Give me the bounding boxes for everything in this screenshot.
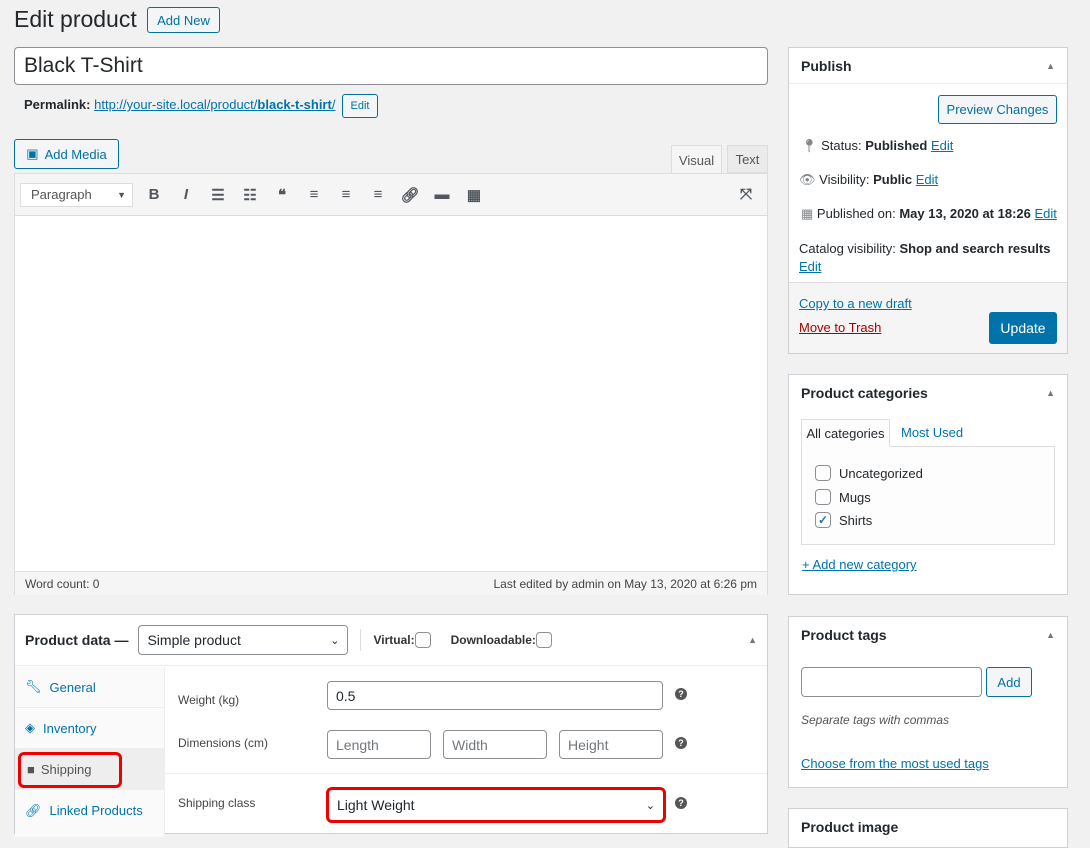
editor: Paragraph ▼ B I ☰ ☷ ❝ ≡ ≡ ≡ 🔗︎ ▬ ▦ ⤧ Word…	[14, 173, 768, 595]
tab-general[interactable]: 🔧︎ General	[15, 667, 164, 708]
tab-shipping[interactable]: ■ Shipping	[15, 749, 164, 790]
category-uncategorized[interactable]: Uncategorized	[815, 465, 923, 481]
collapse-icon[interactable]: ▲	[748, 635, 757, 645]
permalink-label: Permalink:	[24, 97, 91, 112]
tab-all-categories[interactable]: All categories	[801, 419, 890, 447]
highlight-box: ■ Shipping	[18, 751, 122, 788]
numbered-list-icon[interactable]: ☷	[239, 186, 261, 204]
bold-icon[interactable]: B	[143, 186, 165, 203]
dimensions-label: Dimensions (cm)	[178, 736, 269, 750]
categories-box: Product categories ▲ All categories Most …	[788, 374, 1068, 595]
product-type-select[interactable]: Simple product ⌄	[138, 625, 349, 655]
height-input[interactable]: Height	[559, 730, 663, 759]
pin-icon: 📍︎	[801, 138, 818, 153]
weight-label: Weight (kg)	[178, 693, 240, 707]
downloadable-checkbox[interactable]	[535, 632, 552, 648]
help-icon[interactable]: ?	[675, 737, 687, 749]
catalog-row: Catalog visibility: Shop and search resu…	[799, 241, 1051, 274]
page-title: Edit product	[14, 6, 137, 32]
status-row: 📍︎ Status: Published Edit	[801, 138, 954, 153]
link-icon: 🔗︎	[25, 802, 42, 818]
published-row: ▦ Published on: May 13, 2020 at 18:26 Ed…	[801, 206, 1057, 221]
length-input[interactable]: Length	[327, 730, 431, 759]
tab-inventory[interactable]: ◈ Inventory	[15, 708, 164, 749]
calendar-icon: ▦	[801, 206, 814, 221]
blockquote-icon[interactable]: ❝	[271, 186, 293, 204]
category-list: Uncategorized Mugs ✓ Shirts	[801, 446, 1055, 545]
help-icon[interactable]: ?	[675, 797, 687, 809]
permalink-link[interactable]: http://your-site.local/product/black-t-s…	[94, 97, 335, 112]
product-data-tabs: 🔧︎ General ◈ Inventory ■ Shipping 🔗︎ Linked …	[15, 667, 165, 837]
align-center-icon[interactable]: ≡	[335, 186, 357, 203]
visibility-row: 👁︎ Visibility: Public Edit	[799, 172, 939, 187]
editor-status-bar: Word count: 0 Last edited by admin on May…	[15, 571, 767, 595]
italic-icon[interactable]: I	[175, 186, 197, 203]
category-shirts[interactable]: ✓ Shirts	[815, 512, 872, 528]
tag-icon: ◈	[25, 720, 35, 735]
editor-content[interactable]	[15, 216, 767, 571]
category-mugs[interactable]: Mugs	[815, 489, 871, 505]
preview-changes-button[interactable]: Preview Changes	[938, 95, 1057, 124]
copy-draft-link[interactable]: Copy to a new draft	[799, 296, 912, 311]
link-icon[interactable]: 🔗︎	[399, 186, 421, 204]
fullscreen-icon[interactable]: ⤧	[735, 186, 757, 203]
product-image-box: Product image	[788, 808, 1068, 848]
format-select[interactable]: Paragraph ▼	[20, 182, 133, 207]
shipping-class-select[interactable]: Light Weight ⌄	[326, 787, 666, 823]
publish-box: Publish ▲ Preview Changes 📍︎ Status: Publ…	[788, 47, 1068, 354]
collapse-icon[interactable]: ▲	[1046, 61, 1055, 71]
tag-input[interactable]	[801, 667, 982, 697]
collapse-icon[interactable]: ▲	[1046, 630, 1055, 640]
toolbar-toggle-icon[interactable]: ▦	[463, 186, 485, 204]
catalog-edit-link[interactable]: Edit	[799, 259, 821, 274]
weight-input[interactable]: 0.5	[327, 681, 663, 710]
product-data-box: Product data — Simple product ⌄ Virtual: …	[14, 614, 768, 837]
move-trash-link[interactable]: Move to Trash	[799, 320, 881, 335]
add-media-button[interactable]: ▣ Add Media	[14, 139, 119, 169]
status-edit-link[interactable]: Edit	[931, 138, 953, 153]
permalink: Permalink: http://your-site.local/produc…	[24, 97, 335, 112]
align-left-icon[interactable]: ≡	[303, 186, 325, 203]
checkbox-checked: ✓	[815, 512, 831, 528]
add-tag-button[interactable]: Add	[986, 667, 1032, 697]
tab-most-used[interactable]: Most Used	[901, 425, 963, 440]
wrench-icon: 🔧︎	[25, 679, 42, 694]
align-right-icon[interactable]: ≡	[367, 186, 389, 203]
add-category-link[interactable]: + Add new category	[802, 557, 917, 572]
bullet-list-icon[interactable]: ☰	[207, 186, 229, 204]
publish-actions: Copy to a new draft Move to Trash Update	[789, 282, 1067, 353]
checkbox	[815, 489, 831, 505]
visibility-edit-link[interactable]: Edit	[916, 172, 938, 187]
update-button[interactable]: Update	[989, 312, 1057, 344]
add-new-button[interactable]: Add New	[147, 7, 220, 33]
shipping-class-label: Shipping class	[178, 796, 256, 810]
tab-visual[interactable]: Visual	[671, 145, 722, 174]
checkbox	[815, 465, 831, 481]
permalink-edit-button[interactable]: Edit	[342, 94, 378, 118]
help-icon[interactable]: ?	[675, 688, 687, 700]
tab-text[interactable]: Text	[727, 145, 768, 173]
virtual-checkbox[interactable]	[414, 632, 431, 648]
truck-icon: ■	[27, 762, 35, 777]
published-edit-link[interactable]: Edit	[1035, 206, 1057, 221]
editor-toolbar: Paragraph ▼ B I ☰ ☷ ❝ ≡ ≡ ≡ 🔗︎ ▬ ▦ ⤧	[15, 174, 767, 216]
collapse-icon[interactable]: ▲	[1046, 388, 1055, 398]
tags-hint: Separate tags with commas	[801, 713, 950, 727]
media-icon: ▣	[26, 146, 39, 161]
tags-box: Product tags ▲ Add Separate tags with com…	[788, 616, 1068, 788]
read-more-icon[interactable]: ▬	[431, 186, 453, 203]
publish-header: Publish ▲	[789, 48, 1067, 84]
choose-tags-link[interactable]: Choose from the most used tags	[801, 756, 989, 771]
width-input[interactable]: Width	[443, 730, 547, 759]
eye-icon: 👁︎	[799, 172, 816, 187]
title-input[interactable]: Black T-Shirt	[14, 47, 768, 85]
product-data-label: Product data —	[25, 632, 129, 648]
